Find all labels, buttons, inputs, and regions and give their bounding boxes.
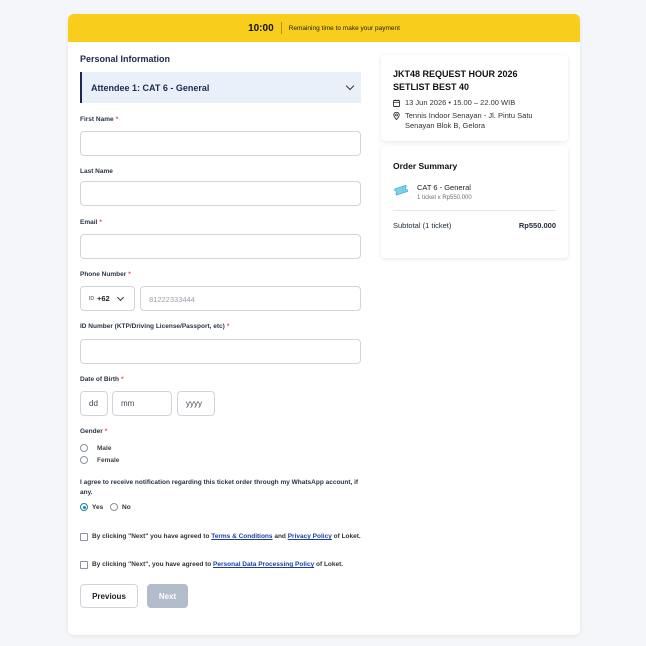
terms-checkbox[interactable] bbox=[80, 533, 88, 541]
whatsapp-consent-text: I agree to receive notification regardin… bbox=[80, 479, 359, 496]
attendee-accordion[interactable]: Attendee 1: CAT 6 - General bbox=[80, 72, 361, 103]
dob-year-input[interactable]: yyyy bbox=[177, 391, 215, 416]
subtotal-row: Subtotal (1 ticket) Rp550.000 bbox=[393, 221, 556, 230]
previous-button[interactable]: Previous bbox=[80, 584, 138, 608]
country-code-select[interactable]: ID +62 bbox=[80, 286, 135, 311]
payment-timer-bar: 10:00 Remaining time to make your paymen… bbox=[68, 14, 580, 42]
data-policy-agreement: By clicking "Next", you have agreed to P… bbox=[80, 559, 362, 570]
event-venue: Tennis Indoor Senayan - Jl. Pintu Satu S… bbox=[393, 111, 556, 131]
divider bbox=[393, 210, 556, 211]
order-summary-title: Order Summary bbox=[393, 161, 458, 171]
order-summary-card: Order Summary CAT 6 - General 1 ticket x… bbox=[381, 146, 568, 258]
whatsapp-yes-option[interactable]: Yes bbox=[80, 503, 103, 511]
email-label: Email * bbox=[80, 219, 102, 226]
phone-placeholder: 81222333444 bbox=[149, 295, 195, 304]
order-item-name: CAT 6 - General bbox=[417, 183, 471, 192]
personal-info-form: Personal Information Attendee 1: CAT 6 -… bbox=[80, 54, 362, 608]
gender-label: Gender * bbox=[80, 428, 108, 435]
chevron-down-icon bbox=[116, 293, 124, 301]
dob-month-input[interactable]: mm bbox=[112, 391, 172, 416]
subtotal-value: Rp550.000 bbox=[518, 221, 556, 230]
chevron-down-icon bbox=[345, 81, 355, 91]
flag-icon: ID bbox=[89, 295, 94, 302]
whatsapp-no-option[interactable]: No bbox=[110, 503, 131, 511]
last-name-label: Last Name bbox=[80, 168, 113, 175]
order-item: CAT 6 - General 1 ticket x Rp550.000 bbox=[393, 183, 556, 201]
radio-icon[interactable] bbox=[80, 456, 88, 464]
terms-link[interactable]: Terms & Conditions bbox=[211, 533, 272, 540]
first-name-input[interactable] bbox=[80, 131, 361, 156]
subtotal-label: Subtotal (1 ticket) bbox=[393, 221, 452, 230]
order-item-qty: 1 ticket x Rp550.000 bbox=[417, 195, 472, 201]
form-fields: First Name * Last Name Email * Phone Numbe… bbox=[80, 103, 362, 608]
gender-female-option[interactable]: Female bbox=[80, 456, 119, 464]
radio-icon[interactable] bbox=[110, 503, 118, 511]
next-button[interactable]: Next bbox=[147, 584, 188, 608]
data-policy-link[interactable]: Personal Data Processing Policy bbox=[213, 561, 314, 568]
phone-label: Phone Number * bbox=[80, 271, 131, 278]
timer-value: 10:00 bbox=[248, 22, 274, 34]
gender-male-option[interactable]: Male bbox=[80, 444, 111, 452]
event-info-card: JKT48 REQUEST HOUR 2026 SETLIST BEST 40 … bbox=[381, 55, 568, 141]
ticket-icon bbox=[393, 184, 409, 196]
timer-divider bbox=[280, 22, 282, 34]
dob-label: Date of Birth * bbox=[80, 376, 124, 383]
location-pin-icon bbox=[393, 112, 400, 120]
id-number-label: ID Number (KTP/Driving License/Passport,… bbox=[80, 323, 230, 330]
radio-selected-icon[interactable] bbox=[80, 503, 88, 511]
email-input[interactable] bbox=[80, 234, 361, 259]
section-title: Personal Information bbox=[80, 54, 171, 64]
timer-message: Remaining time to make your payment bbox=[288, 24, 400, 32]
first-name-label: First Name * bbox=[80, 116, 119, 123]
radio-icon[interactable] bbox=[80, 444, 88, 452]
phone-input[interactable]: 81222333444 bbox=[140, 286, 361, 311]
calendar-icon bbox=[393, 99, 400, 107]
id-number-input[interactable] bbox=[80, 339, 361, 364]
country-code: +62 bbox=[97, 294, 110, 303]
dob-day-input[interactable]: dd bbox=[80, 391, 108, 416]
event-title: JKT48 REQUEST HOUR 2026 SETLIST BEST 40 bbox=[393, 69, 518, 92]
terms-agreement: By clicking "Next" you have agreed to Te… bbox=[80, 531, 362, 542]
event-date: 13 Jun 2026 • 15.00 – 22.00 WIB bbox=[393, 98, 556, 108]
privacy-link[interactable]: Privacy Policy bbox=[288, 533, 332, 540]
last-name-input[interactable] bbox=[80, 181, 361, 206]
attendee-label: Attendee 1: CAT 6 - General bbox=[91, 82, 210, 93]
data-policy-checkbox[interactable] bbox=[80, 561, 88, 569]
